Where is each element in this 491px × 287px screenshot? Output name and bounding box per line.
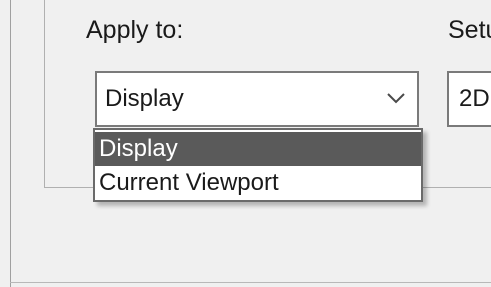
setup-selected-value: 2D [459, 85, 490, 112]
dialog-divider [10, 282, 491, 283]
dialog-edge [10, 0, 11, 287]
apply-to-selected-value: Display [105, 85, 184, 112]
setup-combobox[interactable]: 2D [447, 71, 491, 127]
setup-label: Setu [448, 16, 491, 44]
dropdown-option-current-viewport[interactable]: Current Viewport [95, 166, 421, 200]
chevron-down-icon[interactable] [385, 87, 407, 109]
dropdown-option-display[interactable]: Display [95, 132, 421, 166]
apply-to-dropdown-list: Display Current Viewport [93, 128, 423, 202]
apply-to-label: Apply to: [86, 16, 184, 44]
dialog: Apply to: Setu Display 2D Display Curren… [0, 0, 491, 287]
apply-to-combobox[interactable]: Display [95, 71, 419, 127]
